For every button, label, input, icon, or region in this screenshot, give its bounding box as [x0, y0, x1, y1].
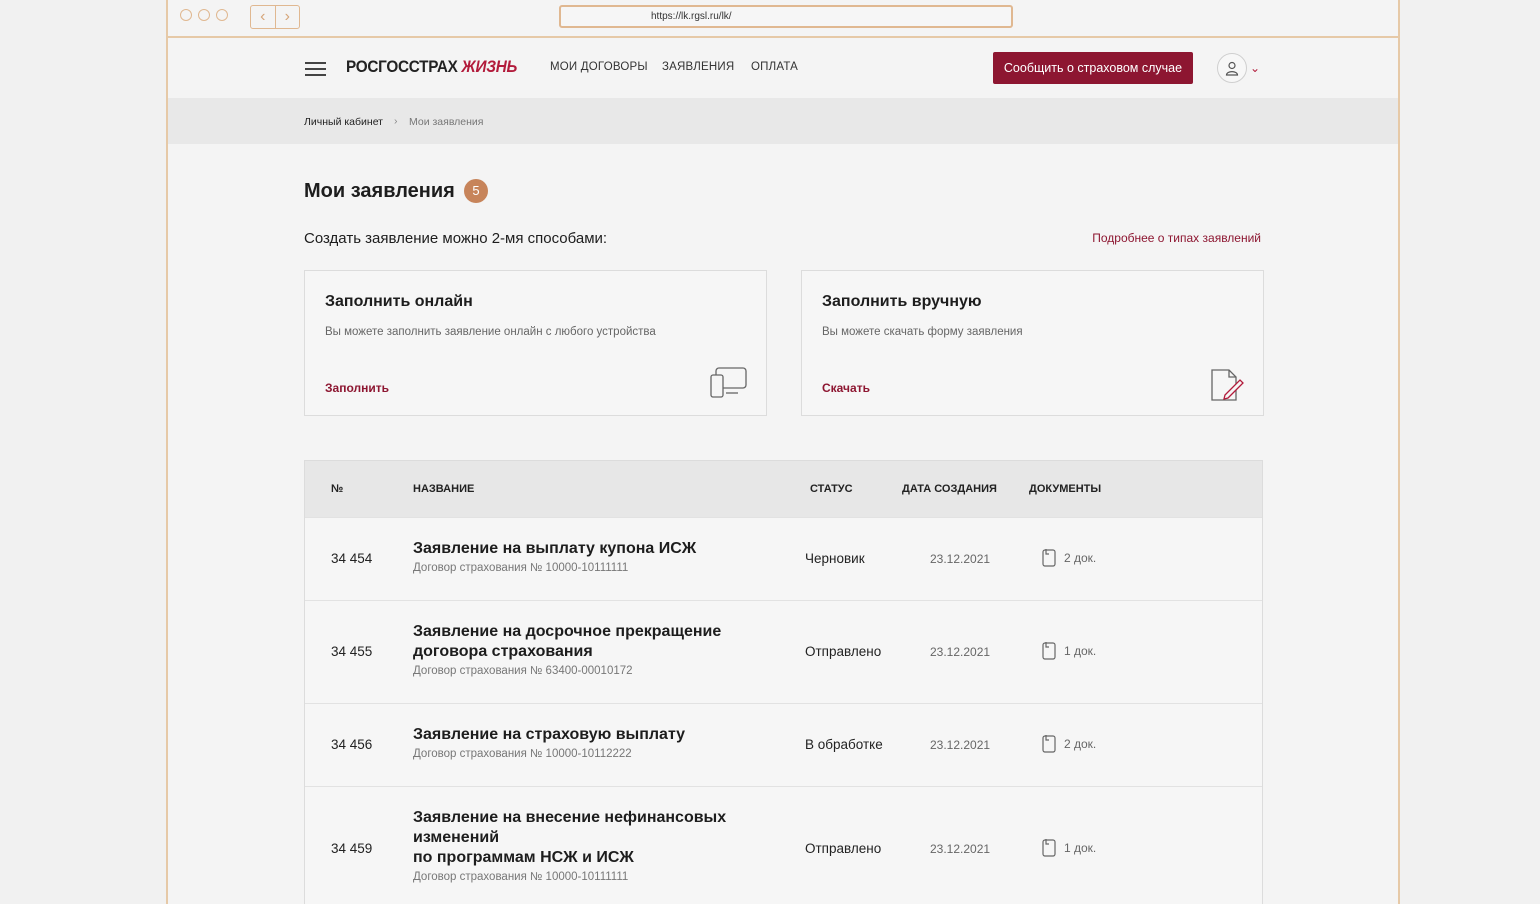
fill-online-card: Заполнить онлайн Вы можете заполнить зая… — [304, 270, 767, 416]
docs-count: 2 док. — [1064, 736, 1097, 751]
fill-manual-card: Заполнить вручную Вы можете скачать форм… — [801, 270, 1264, 416]
row-contract: Договор страхования № 63400-00010172 — [413, 665, 633, 677]
card-title: Заполнить вручную — [822, 293, 982, 310]
card-text: Вы можете скачать форму заявления — [822, 326, 1023, 338]
row-contract: Договор страхования № 10000-10111111 — [413, 871, 629, 883]
table-row[interactable]: 34 456 Заявление на страховую выплату Дог… — [305, 703, 1262, 786]
row-title[interactable]: Заявление на внесение нефинансовых измен… — [413, 808, 773, 885]
row-contract: Договор страхования № 10000-10112222 — [413, 748, 632, 760]
row-documents[interactable]: 1 док. — [1042, 838, 1096, 857]
row-date: 23.12.2021 — [930, 842, 991, 856]
row-title[interactable]: Заявление на выплату купона ИСЖ Договор с… — [413, 539, 773, 576]
nav-applications[interactable]: ЗАЯВЛЕНИЯ — [662, 61, 734, 73]
row-title-text: Заявление на страховую выплату — [413, 726, 686, 743]
col-status: СТАТУС — [810, 483, 853, 495]
application-types-link[interactable]: Подробнее о типах заявлений — [1092, 231, 1261, 245]
row-date: 23.12.2021 — [930, 738, 991, 752]
row-status: Отправлено — [805, 644, 882, 659]
page-title: Мои заявления — [304, 180, 455, 202]
row-documents[interactable]: 2 док. — [1042, 734, 1096, 753]
phone-doc-icon — [1042, 549, 1056, 567]
download-link[interactable]: Скачать — [822, 381, 870, 395]
user-avatar[interactable] — [1217, 53, 1247, 83]
create-subtitle: Создать заявление можно 2-мя способами: — [304, 230, 608, 247]
row-contract: Договор страхования № 10000-10111111 — [413, 562, 629, 574]
table-row[interactable]: 34 459 Заявление на внесение нефинансовы… — [305, 786, 1262, 904]
docs-count: 1 док. — [1064, 643, 1097, 658]
logo[interactable]: РОСГОССТРАХ ЖИЗНЬ — [346, 57, 517, 77]
col-name: НАЗВАНИЕ — [413, 483, 475, 495]
document-edit-icon — [1209, 367, 1245, 408]
applications-table: № НАЗВАНИЕ СТАТУС ДАТА СОЗДАНИЯ ДОКУМЕНТ… — [304, 460, 1263, 904]
table-row[interactable]: 34 454 Заявление на выплату купона ИСЖ До… — [305, 517, 1262, 600]
breadcrumb: Личный кабинет › Мои заявления — [168, 98, 1398, 144]
breadcrumb-separator: › — [394, 115, 398, 127]
card-title: Заполнить онлайн — [325, 293, 473, 310]
history-nav: ‹ › — [250, 5, 300, 29]
user-icon — [1225, 61, 1239, 76]
report-insured-event-button[interactable]: Сообщить о страховом случае — [993, 52, 1193, 84]
row-documents[interactable]: 1 док. — [1042, 641, 1096, 660]
row-number: 34 459 — [331, 841, 373, 856]
row-date: 23.12.2021 — [930, 645, 991, 659]
phone-doc-icon — [1042, 839, 1056, 857]
row-number: 34 454 — [331, 551, 373, 566]
card-text: Вы можете заполнить заявление онлайн с л… — [325, 326, 656, 338]
row-documents[interactable]: 2 док. — [1042, 548, 1096, 567]
logo-accent-text: ЖИЗНЬ — [461, 57, 518, 76]
count-badge: 5 — [464, 179, 488, 203]
browser-chrome: ‹ › https://lk.rgsl.ru/lk/ — [168, 0, 1398, 38]
row-status: Отправлено — [805, 841, 882, 856]
row-status: Черновик — [805, 551, 865, 566]
chevron-down-icon[interactable]: ⌄ — [1250, 61, 1260, 75]
col-documents: ДОКУМЕНТЫ — [1029, 483, 1102, 495]
row-title-text: Заявление на внесение нефинансовых измен… — [413, 809, 727, 866]
fill-online-link[interactable]: Заполнить — [325, 381, 389, 395]
row-title-text: Заявление на досрочное прекращение догов… — [413, 623, 722, 660]
browser-frame: ‹ › https://lk.rgsl.ru/lk/ РОСГОССТРАХ Ж… — [166, 0, 1400, 904]
breadcrumb-current: Мои заявления — [409, 116, 484, 128]
table-row[interactable]: 34 455 Заявление на досрочное прекращени… — [305, 600, 1262, 703]
window-close-button[interactable] — [180, 9, 192, 21]
window-maximize-button[interactable] — [216, 9, 228, 21]
row-status: В обработке — [805, 737, 883, 752]
back-icon[interactable]: ‹ — [251, 6, 275, 28]
window-minimize-button[interactable] — [198, 9, 210, 21]
forward-icon[interactable]: › — [274, 6, 300, 28]
col-number: № — [331, 483, 344, 495]
row-title-text: Заявление на выплату купона ИСЖ — [413, 540, 697, 557]
address-bar[interactable]: https://lk.rgsl.ru/lk/ — [559, 5, 1013, 28]
col-date: ДАТА СОЗДАНИЯ — [902, 483, 997, 495]
nav-payment[interactable]: ОПЛАТА — [751, 61, 798, 73]
phone-doc-icon — [1042, 642, 1056, 660]
nav-my-contracts[interactable]: МОИ ДОГОВОРЫ — [550, 61, 648, 73]
docs-count: 1 док. — [1064, 840, 1097, 855]
row-title[interactable]: Заявление на досрочное прекращение догов… — [413, 622, 773, 679]
table-header: № НАЗВАНИЕ СТАТУС ДАТА СОЗДАНИЯ ДОКУМЕНТ… — [305, 461, 1262, 517]
site-header: РОСГОССТРАХ ЖИЗНЬ МОИ ДОГОВОРЫ ЗАЯВЛЕНИЯ… — [168, 38, 1398, 98]
phone-doc-icon — [1042, 735, 1056, 753]
row-number: 34 456 — [331, 737, 373, 752]
row-date: 23.12.2021 — [930, 552, 991, 566]
row-number: 34 455 — [331, 644, 373, 659]
docs-count: 2 док. — [1064, 550, 1097, 565]
breadcrumb-root[interactable]: Личный кабинет — [304, 116, 383, 128]
devices-icon — [710, 367, 748, 404]
logo-text: РОСГОССТРАХ — [346, 57, 458, 76]
menu-icon[interactable] — [305, 62, 326, 80]
row-title[interactable]: Заявление на страховую выплату Договор ст… — [413, 725, 773, 762]
